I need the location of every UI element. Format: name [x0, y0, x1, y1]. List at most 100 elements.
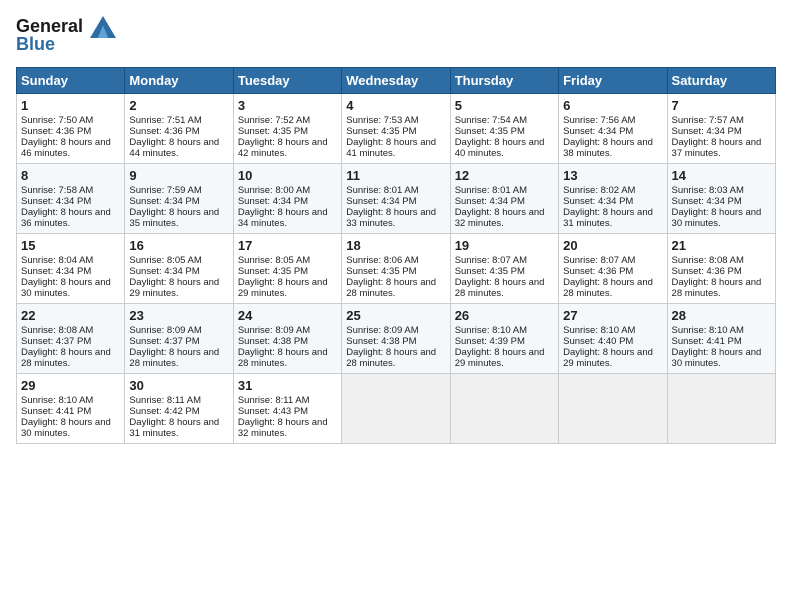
daylight-label: Daylight: 8 hours and 40 minutes. — [455, 137, 545, 159]
day-cell-23: 23Sunrise: 8:09 AMSunset: 4:37 PMDayligh… — [125, 304, 233, 374]
day-cell-31: 31Sunrise: 8:11 AMSunset: 4:43 PMDayligh… — [233, 374, 341, 444]
sunrise-label: Sunrise: 8:11 AM — [129, 395, 201, 406]
day-number: 7 — [672, 98, 771, 113]
sunset-label: Sunset: 4:41 PM — [21, 406, 91, 417]
day-cell-18: 18Sunrise: 8:06 AMSunset: 4:35 PMDayligh… — [342, 234, 450, 304]
daylight-label: Daylight: 8 hours and 29 minutes. — [238, 277, 328, 299]
sunrise-label: Sunrise: 7:50 AM — [21, 115, 93, 126]
sunset-label: Sunset: 4:34 PM — [563, 126, 633, 137]
day-number: 30 — [129, 378, 228, 393]
logo-icon — [90, 16, 116, 38]
day-number: 22 — [21, 308, 120, 323]
day-number: 23 — [129, 308, 228, 323]
sunset-label: Sunset: 4:34 PM — [672, 196, 742, 207]
sunrise-label: Sunrise: 7:54 AM — [455, 115, 527, 126]
daylight-label: Daylight: 8 hours and 37 minutes. — [672, 137, 762, 159]
day-number: 21 — [672, 238, 771, 253]
sunrise-label: Sunrise: 8:02 AM — [563, 185, 635, 196]
day-number: 24 — [238, 308, 337, 323]
sunset-label: Sunset: 4:41 PM — [672, 336, 742, 347]
day-number: 1 — [21, 98, 120, 113]
sunset-label: Sunset: 4:34 PM — [455, 196, 525, 207]
header-row: SundayMondayTuesdayWednesdayThursdayFrid… — [17, 68, 776, 94]
sunset-label: Sunset: 4:38 PM — [346, 336, 416, 347]
sunrise-label: Sunrise: 8:10 AM — [563, 325, 635, 336]
sunset-label: Sunset: 4:36 PM — [563, 266, 633, 277]
daylight-label: Daylight: 8 hours and 32 minutes. — [455, 207, 545, 229]
day-cell-11: 11Sunrise: 8:01 AMSunset: 4:34 PMDayligh… — [342, 164, 450, 234]
sunrise-label: Sunrise: 8:01 AM — [346, 185, 418, 196]
logo: General Blue — [16, 16, 118, 55]
daylight-label: Daylight: 8 hours and 41 minutes. — [346, 137, 436, 159]
empty-cell — [342, 374, 450, 444]
day-cell-22: 22Sunrise: 8:08 AMSunset: 4:37 PMDayligh… — [17, 304, 125, 374]
day-number: 6 — [563, 98, 662, 113]
col-header-sunday: Sunday — [17, 68, 125, 94]
day-number: 17 — [238, 238, 337, 253]
daylight-label: Daylight: 8 hours and 34 minutes. — [238, 207, 328, 229]
week-row-5: 29Sunrise: 8:10 AMSunset: 4:41 PMDayligh… — [17, 374, 776, 444]
daylight-label: Daylight: 8 hours and 38 minutes. — [563, 137, 653, 159]
day-cell-3: 3Sunrise: 7:52 AMSunset: 4:35 PMDaylight… — [233, 94, 341, 164]
day-number: 27 — [563, 308, 662, 323]
col-header-wednesday: Wednesday — [342, 68, 450, 94]
day-cell-13: 13Sunrise: 8:02 AMSunset: 4:34 PMDayligh… — [559, 164, 667, 234]
sunset-label: Sunset: 4:34 PM — [129, 196, 199, 207]
day-cell-4: 4Sunrise: 7:53 AMSunset: 4:35 PMDaylight… — [342, 94, 450, 164]
daylight-label: Daylight: 8 hours and 28 minutes. — [129, 347, 219, 369]
sunrise-label: Sunrise: 8:11 AM — [238, 395, 310, 406]
sunrise-label: Sunrise: 8:09 AM — [238, 325, 310, 336]
daylight-label: Daylight: 8 hours and 30 minutes. — [672, 207, 762, 229]
day-cell-27: 27Sunrise: 8:10 AMSunset: 4:40 PMDayligh… — [559, 304, 667, 374]
day-cell-30: 30 Sunrise: 8:11 AMSunset: 4:42 PMDayligh… — [125, 374, 233, 444]
sunrise-label: Sunrise: 8:10 AM — [672, 325, 744, 336]
day-number: 2 — [129, 98, 228, 113]
daylight-label: Daylight: 8 hours and 28 minutes. — [346, 347, 436, 369]
col-header-tuesday: Tuesday — [233, 68, 341, 94]
sunset-label: Sunset: 4:37 PM — [129, 336, 199, 347]
day-number: 13 — [563, 168, 662, 183]
sunset-label: Sunset: 4:36 PM — [672, 266, 742, 277]
day-cell-6: 6 Sunrise: 7:56 AMSunset: 4:34 PMDaylight… — [559, 94, 667, 164]
day-number: 18 — [346, 238, 445, 253]
sunrise-label: Sunrise: 7:58 AM — [21, 185, 93, 196]
sunrise-label: Sunrise: 8:03 AM — [672, 185, 744, 196]
sunset-label: Sunset: 4:42 PM — [129, 406, 199, 417]
day-number: 5 — [455, 98, 554, 113]
calendar-table: SundayMondayTuesdayWednesdayThursdayFrid… — [16, 67, 776, 444]
daylight-label: Daylight: 8 hours and 31 minutes. — [563, 207, 653, 229]
daylight-label: Daylight: 8 hours and 28 minutes. — [238, 347, 328, 369]
sunset-label: Sunset: 4:38 PM — [238, 336, 308, 347]
daylight-label: Daylight: 8 hours and 31 minutes. — [129, 417, 219, 439]
day-cell-28: 28Sunrise: 8:10 AMSunset: 4:41 PMDayligh… — [667, 304, 775, 374]
sunrise-label: Sunrise: 7:52 AM — [238, 115, 310, 126]
sunrise-label: Sunrise: 7:59 AM — [129, 185, 201, 196]
day-cell-21: 21Sunrise: 8:08 AMSunset: 4:36 PMDayligh… — [667, 234, 775, 304]
sunrise-label: Sunrise: 8:08 AM — [672, 255, 744, 266]
daylight-label: Daylight: 8 hours and 28 minutes. — [563, 277, 653, 299]
sunrise-label: Sunrise: 8:10 AM — [455, 325, 527, 336]
day-cell-2: 2Sunrise: 7:51 AMSunset: 4:36 PMDaylight… — [125, 94, 233, 164]
col-header-saturday: Saturday — [667, 68, 775, 94]
day-cell-19: 19Sunrise: 8:07 AMSunset: 4:35 PMDayligh… — [450, 234, 558, 304]
day-cell-9: 9Sunrise: 7:59 AMSunset: 4:34 PMDaylight… — [125, 164, 233, 234]
day-cell-15: 15Sunrise: 8:04 AMSunset: 4:34 PMDayligh… — [17, 234, 125, 304]
daylight-label: Daylight: 8 hours and 42 minutes. — [238, 137, 328, 159]
day-number: 29 — [21, 378, 120, 393]
sunset-label: Sunset: 4:35 PM — [455, 266, 525, 277]
sunset-label: Sunset: 4:34 PM — [346, 196, 416, 207]
day-cell-5: 5Sunrise: 7:54 AMSunset: 4:35 PMDaylight… — [450, 94, 558, 164]
day-number: 31 — [238, 378, 337, 393]
day-cell-16: 16Sunrise: 8:05 AMSunset: 4:34 PMDayligh… — [125, 234, 233, 304]
header: General Blue — [16, 16, 776, 55]
day-number: 11 — [346, 168, 445, 183]
week-row-2: 8Sunrise: 7:58 AMSunset: 4:34 PMDaylight… — [17, 164, 776, 234]
sunset-label: Sunset: 4:35 PM — [238, 126, 308, 137]
sunset-label: Sunset: 4:35 PM — [346, 126, 416, 137]
week-row-1: 1Sunrise: 7:50 AMSunset: 4:36 PMDaylight… — [17, 94, 776, 164]
sunset-label: Sunset: 4:34 PM — [129, 266, 199, 277]
sunrise-label: Sunrise: 8:09 AM — [346, 325, 418, 336]
sunset-label: Sunset: 4:34 PM — [238, 196, 308, 207]
sunrise-label: Sunrise: 8:00 AM — [238, 185, 310, 196]
sunrise-label: Sunrise: 7:56 AM — [563, 115, 635, 126]
